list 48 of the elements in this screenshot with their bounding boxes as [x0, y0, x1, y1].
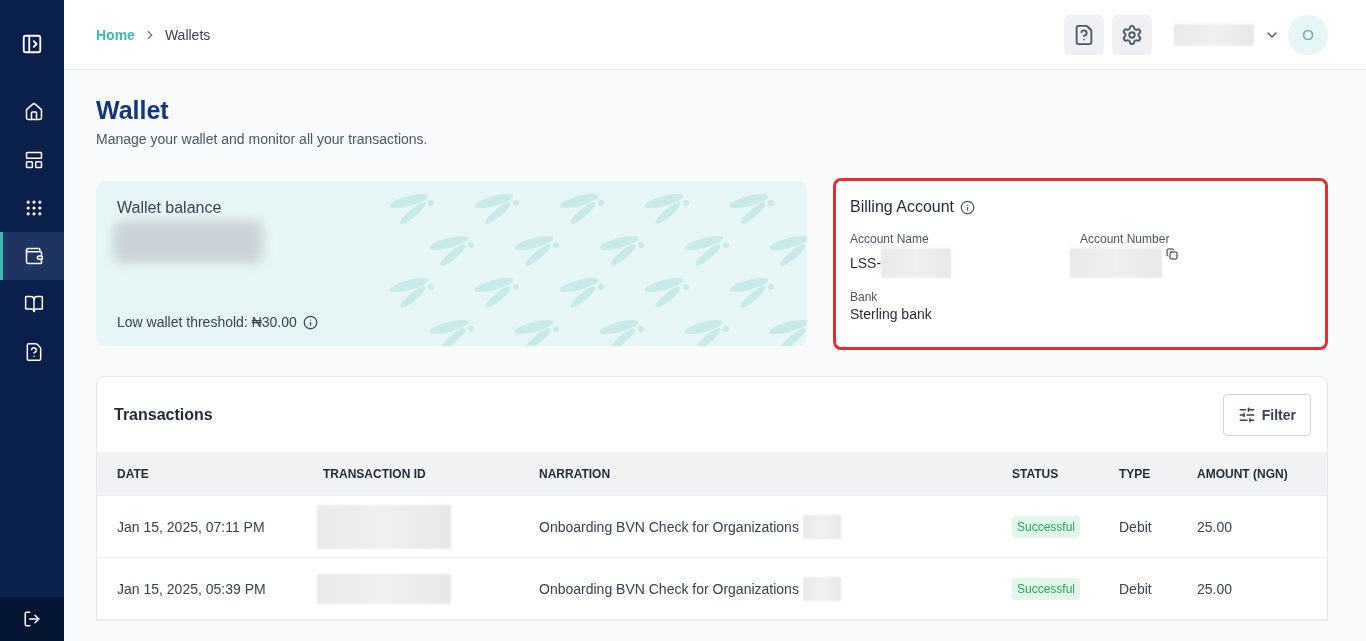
page-subtitle: Manage your wallet and monitor all your transactions. [96, 131, 429, 147]
wallet-balance-label: Wallet balance [117, 199, 223, 217]
field-value: Sterling bank [850, 306, 932, 322]
redacted-text [802, 576, 841, 601]
wallet-icon [23, 246, 44, 266]
document-question-icon [1073, 23, 1095, 46]
breadcrumb-link[interactable]: Wallets [164, 26, 211, 43]
info-icon[interactable] [302, 314, 318, 330]
column-header: AMOUNT (NGN) [1197, 466, 1289, 481]
info-icon[interactable] [960, 199, 976, 215]
logout-button[interactable] [0, 597, 64, 641]
book-icon [23, 294, 44, 314]
settings-button[interactable] [1112, 14, 1152, 55]
filter-button[interactable]: Filter [1222, 393, 1311, 436]
table-cell: Onboarding BVN Check for Organizations [539, 518, 799, 535]
copy-icon[interactable] [1166, 248, 1178, 260]
column-header: TYPE [1119, 466, 1152, 481]
status-badge: Successful [1012, 515, 1081, 538]
table-cell-text: 25.00 [1197, 580, 1234, 597]
home-icon [23, 102, 44, 122]
expand-sidebar-icon[interactable] [21, 33, 43, 55]
page-title: Wallet [96, 96, 170, 125]
status-badge: Successful [1012, 577, 1081, 600]
column-header: NARRATION [539, 466, 612, 481]
table-cell-text: Jan 15, 2025, 07:11 PM [117, 518, 266, 535]
settings-icon [1121, 23, 1143, 46]
field-value: LSS- [850, 255, 882, 271]
logout-icon [23, 610, 41, 628]
billing-title: Billing Account [850, 198, 955, 216]
redacted-text [802, 514, 841, 539]
table-cell-text: Debit [1119, 580, 1153, 597]
column-header: TRANSACTION ID [323, 466, 427, 481]
column-header: STATUS [1012, 466, 1060, 481]
layout-icon [23, 150, 44, 170]
filter-icon [1237, 405, 1256, 424]
redacted-value [881, 248, 952, 278]
table-title: Transactions [114, 405, 213, 424]
column-header: DATE [117, 466, 150, 481]
table-cell: Onboarding BVN Check for Organizations [539, 580, 799, 597]
table-cell-text: Jan 15, 2025, 05:39 PM [117, 580, 267, 597]
table-cell-text: Debit [1119, 518, 1153, 535]
field-label: Account Number [1080, 232, 1171, 246]
sidebar-item[interactable] [0, 232, 64, 280]
help-document-button[interactable] [1064, 14, 1104, 55]
table-cell-text: 25.00 [1197, 518, 1234, 535]
threshold-text: Low wallet threshold: ₦30.00 [117, 314, 297, 330]
field-label: Bank [850, 290, 879, 304]
field-label: Account Name [850, 232, 930, 246]
